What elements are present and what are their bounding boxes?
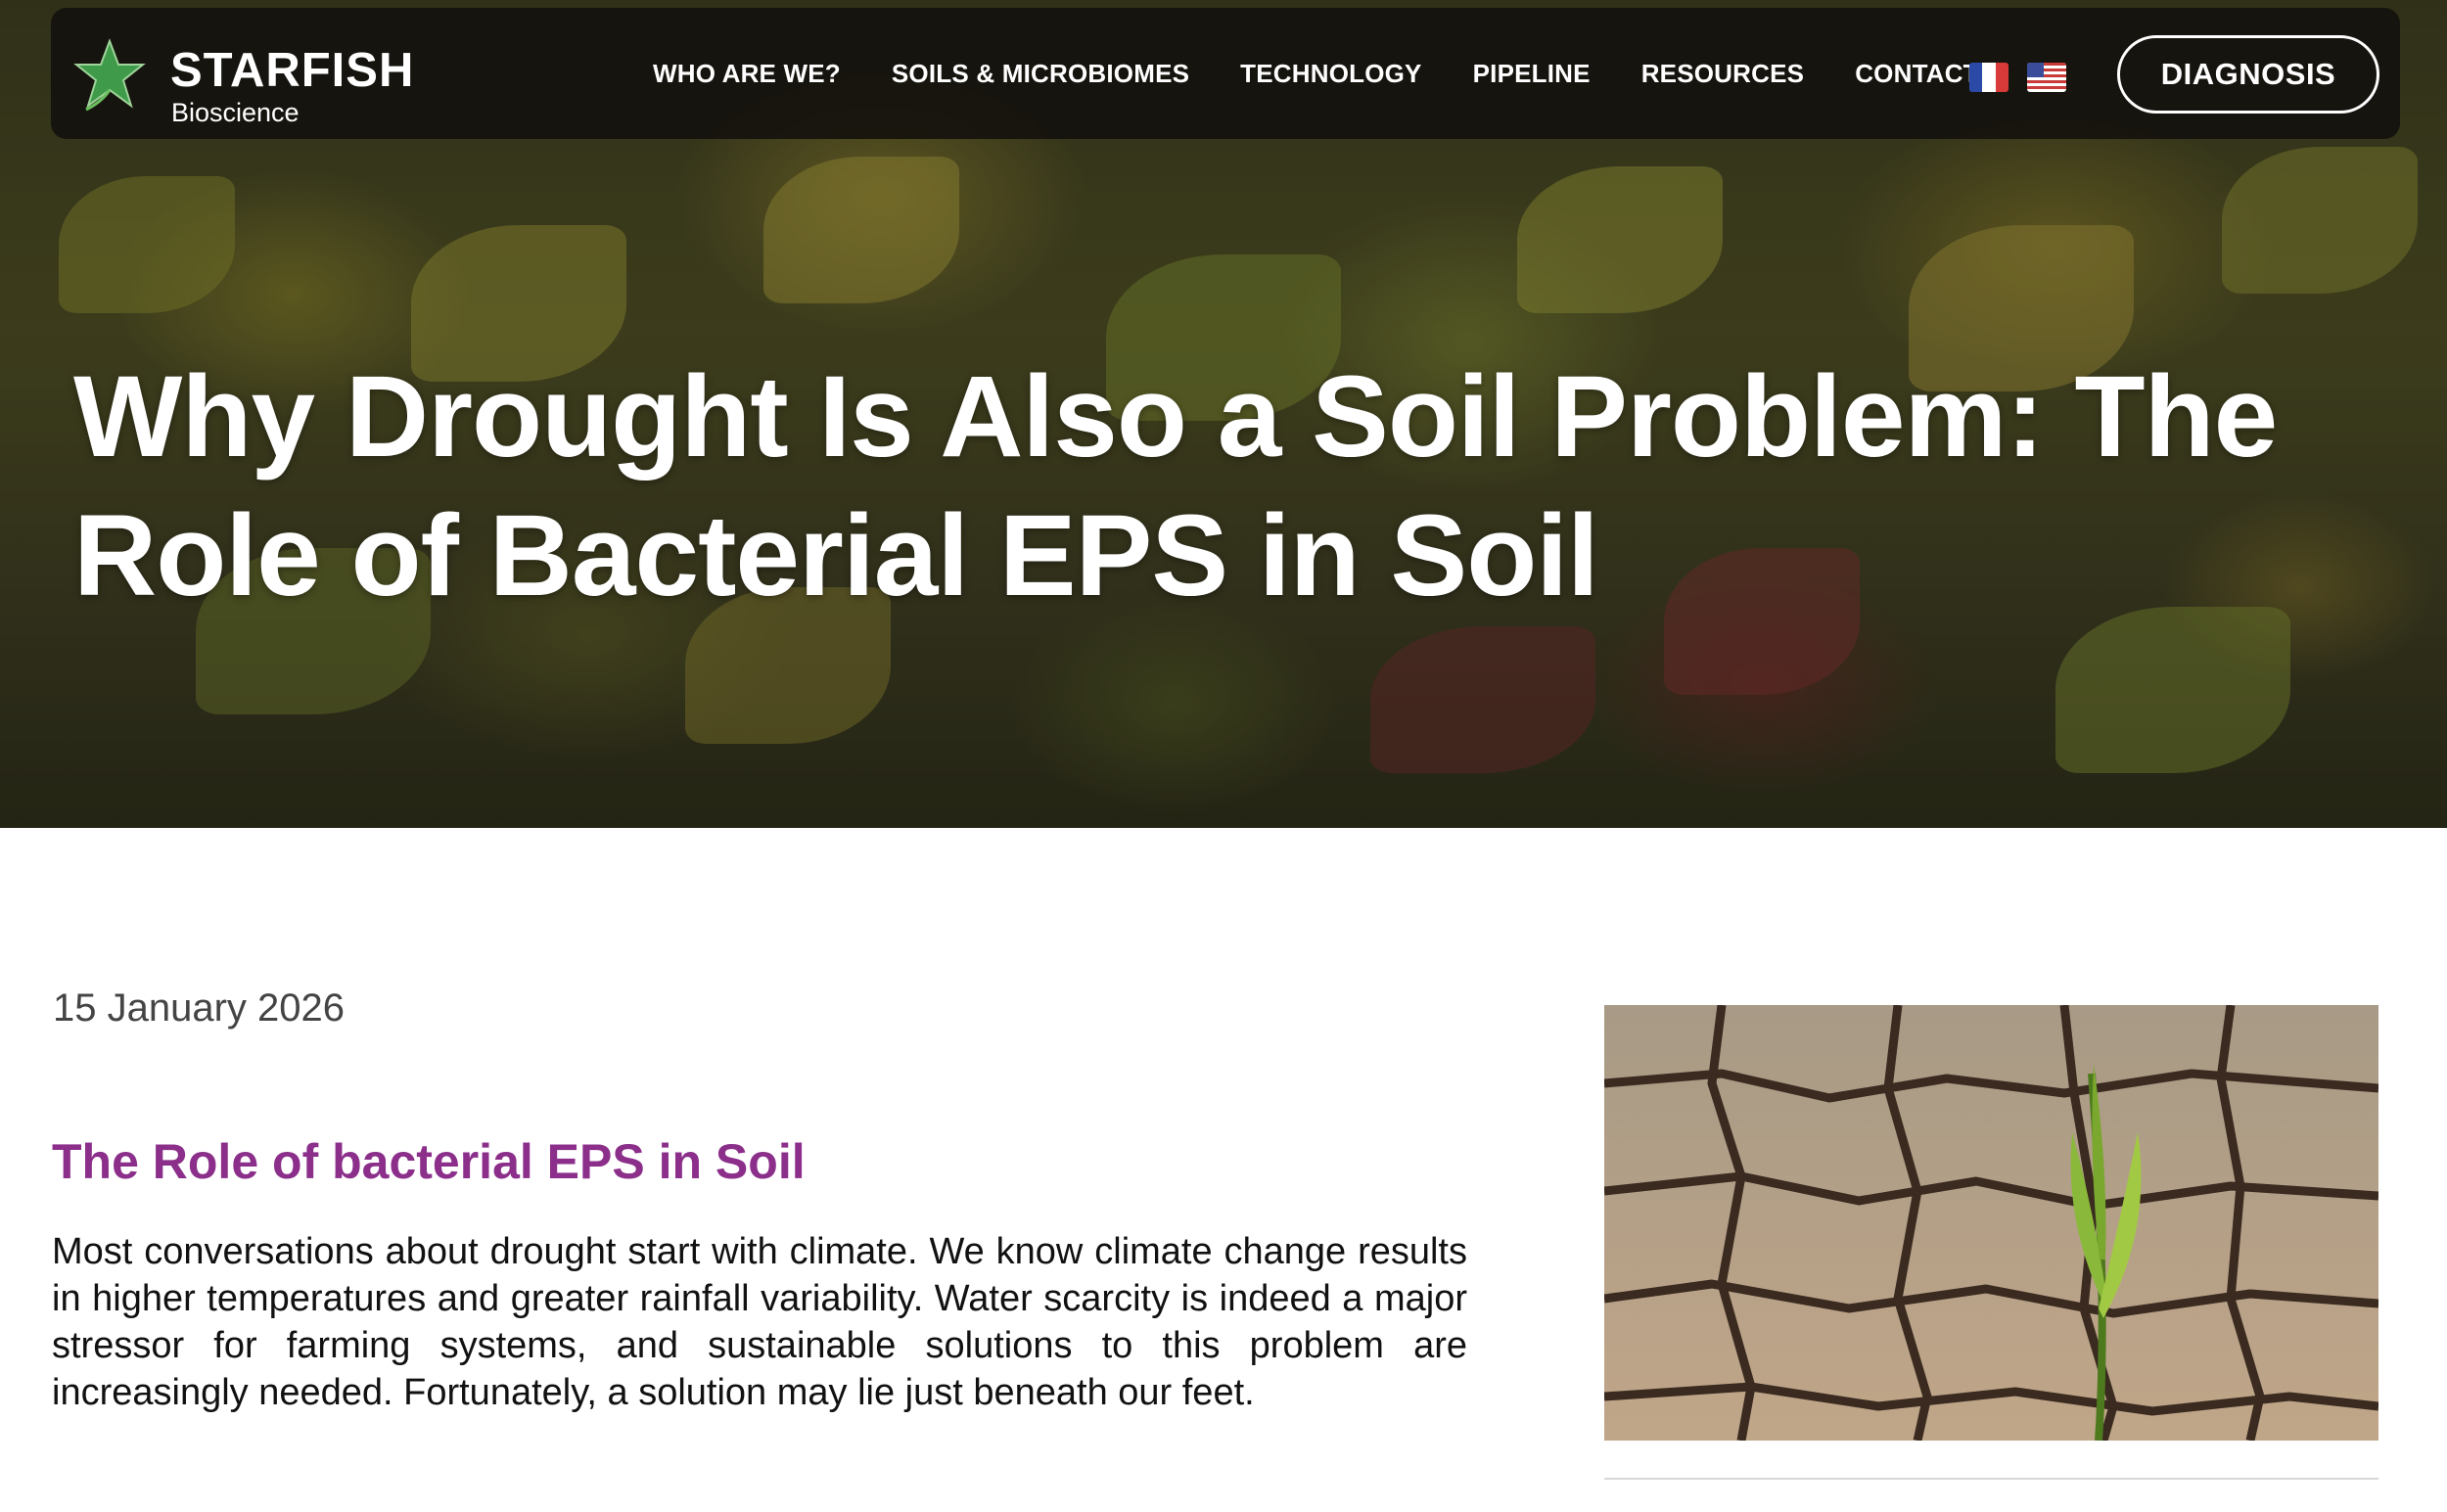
nav-item-who-are-we[interactable]: WHO ARE WE?	[653, 59, 841, 89]
us-flag-icon[interactable]	[2027, 63, 2066, 92]
divider	[1604, 1478, 2378, 1480]
article-paragraph: Most conversations about drought start w…	[52, 1231, 1467, 1413]
page-title: Why Drought Is Also a Soil Problem: The …	[73, 352, 2278, 620]
diagnosis-button[interactable]: DIAGNOSIS	[2117, 35, 2379, 114]
nav-item-pipeline[interactable]: PIPELINE	[1473, 59, 1591, 89]
brand-tagline: Bioscience	[171, 98, 300, 127]
cracked-soil-sprout-image	[1604, 1005, 2378, 1441]
article-date: 15 January 2026	[53, 986, 346, 1030]
nav-item-contact[interactable]: CONTACT	[1855, 59, 1979, 89]
starfish-leaf-icon	[73, 38, 146, 112]
nav-item-technology[interactable]: TECHNOLOGY	[1240, 59, 1421, 89]
nav-item-soils-microbiomes[interactable]: SOILS & MICROBIOMES	[892, 59, 1189, 89]
brand-name: STARFISH	[170, 44, 415, 97]
top-navigation: STARFISH Bioscience WHO ARE WE? SOILS & …	[51, 8, 2400, 139]
hero-banner: STARFISH Bioscience WHO ARE WE? SOILS & …	[0, 0, 2447, 828]
nav-item-resources[interactable]: RESOURCES	[1641, 59, 1805, 89]
section-title: The Role of bacterial EPS in Soil	[52, 1134, 806, 1189]
cracked-soil-illustration	[1604, 1005, 2378, 1441]
french-flag-icon[interactable]	[1969, 63, 2008, 92]
brand-logo[interactable]: STARFISH Bioscience	[72, 29, 413, 127]
nav-menu: WHO ARE WE? SOILS & MICROBIOMES TECHNOLO…	[653, 8, 2030, 139]
